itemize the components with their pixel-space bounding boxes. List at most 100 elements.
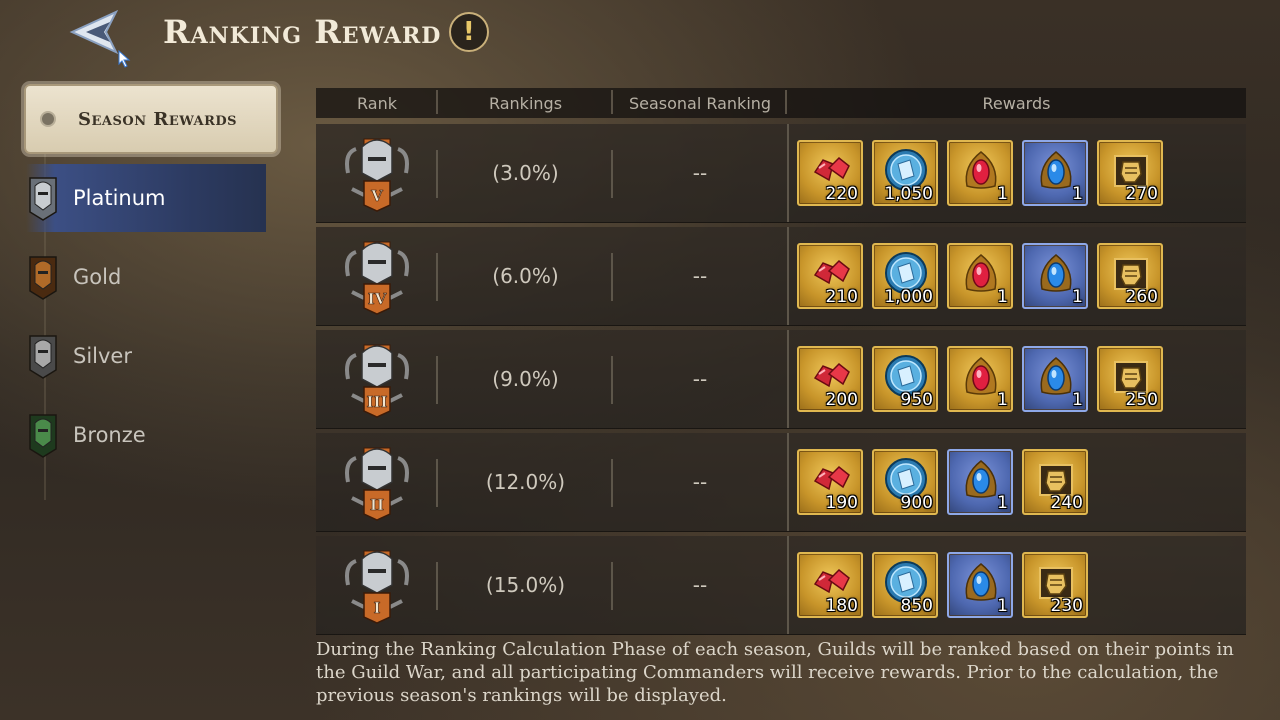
table-row: I (15.0%) -- 180 850 1 230: [316, 536, 1246, 635]
reward-quantity: 850: [900, 596, 933, 616]
reward-item[interactable]: 1: [1022, 243, 1088, 309]
reward-quantity: 950: [900, 390, 933, 410]
tier-platinum[interactable]: Platinum: [26, 164, 266, 232]
table-header: Rank Rankings Seasonal Ranking Rewards: [316, 88, 1246, 118]
reward-item[interactable]: 200: [797, 346, 863, 412]
reward-item[interactable]: 270: [1097, 140, 1163, 206]
table-row: III (9.0%) -- 200 950 1 1 250: [316, 330, 1246, 429]
rankings-cell: (9.0%): [438, 330, 613, 428]
rewards-cell: 210 1,000 1 1 260: [787, 227, 1246, 325]
tier-label: Gold: [73, 265, 122, 289]
reward-quantity: 1: [997, 390, 1008, 410]
platinum-tier-icon: [29, 177, 57, 221]
season-rewards-label: Season Rewards: [78, 108, 238, 130]
seasonal-ranking-cell: --: [613, 227, 787, 325]
rank-cell: I: [316, 536, 438, 634]
reward-quantity: 230: [1050, 596, 1083, 616]
rewards-cell: 200 950 1 1 250: [787, 330, 1246, 428]
rank-cell: III: [316, 330, 438, 428]
reward-item[interactable]: 240: [1022, 449, 1088, 515]
reward-quantity: 1: [1072, 184, 1083, 204]
reward-quantity: 900: [900, 493, 933, 513]
reward-quantity: 1: [997, 596, 1008, 616]
rankings-cell: (3.0%): [438, 124, 613, 222]
header-rank: Rank: [316, 89, 438, 114]
tier-bronze[interactable]: Bronze: [26, 401, 266, 469]
rank-emblem-icon: V: [345, 138, 409, 212]
bronze-tier-icon: [29, 414, 57, 458]
table-row: IV (6.0%) -- 210 1,000 1 1 260: [316, 227, 1246, 326]
rank-cell: II: [316, 433, 438, 531]
reward-quantity: 210: [825, 287, 858, 307]
reward-item[interactable]: 1: [1022, 140, 1088, 206]
reward-quantity: 1,050: [884, 184, 933, 204]
rankings-percent: (12.0%): [485, 470, 566, 494]
reward-item[interactable]: 230: [1022, 552, 1088, 618]
reward-quantity: 190: [825, 493, 858, 513]
reward-item[interactable]: 1,000: [872, 243, 938, 309]
reward-item[interactable]: 250: [1097, 346, 1163, 412]
rewards-cell: 180 850 1 230: [787, 536, 1246, 634]
rankings-cell: (15.0%): [438, 536, 613, 634]
reward-quantity: 250: [1125, 390, 1158, 410]
mouse-cursor-icon: [118, 50, 131, 68]
rank-emblem-icon: I: [345, 550, 409, 624]
header-rankings: Rankings: [438, 89, 613, 114]
rewards-table: Rank Rankings Seasonal Ranking Rewards V…: [316, 88, 1246, 635]
rankings-percent: (15.0%): [485, 573, 566, 597]
description-text: During the Ranking Calculation Phase of …: [316, 639, 1234, 706]
rewards-cell: 220 1,050 1 1 270: [787, 124, 1246, 222]
rank-numeral: V: [370, 187, 383, 205]
info-button[interactable]: !: [449, 12, 490, 52]
reward-item[interactable]: 1: [947, 140, 1013, 206]
page-title: Ranking Reward: [163, 13, 442, 51]
reward-quantity: 260: [1125, 287, 1158, 307]
seasonal-ranking-value: --: [692, 264, 708, 288]
reward-item[interactable]: 1,050: [872, 140, 938, 206]
reward-item[interactable]: 220: [797, 140, 863, 206]
seasonal-ranking-value: --: [692, 161, 708, 185]
reward-item[interactable]: 1: [947, 449, 1013, 515]
info-icon: !: [462, 17, 476, 47]
reward-quantity: 1: [997, 493, 1008, 513]
reward-item[interactable]: 900: [872, 449, 938, 515]
reward-quantity: 1: [997, 287, 1008, 307]
reward-item[interactable]: 210: [797, 243, 863, 309]
rankings-percent: (6.0%): [492, 264, 559, 288]
reward-quantity: 1,000: [884, 287, 933, 307]
seasonal-ranking-cell: --: [613, 536, 787, 634]
silver-tier-icon: [29, 335, 57, 379]
tier-silver[interactable]: Silver: [26, 322, 266, 390]
reward-item[interactable]: 850: [872, 552, 938, 618]
tier-gold[interactable]: Gold: [26, 243, 266, 311]
rank-numeral: II: [370, 496, 384, 514]
tier-label: Bronze: [73, 423, 146, 447]
seasonal-ranking-value: --: [692, 573, 708, 597]
reward-item[interactable]: 1: [947, 346, 1013, 412]
radio-dot-icon: [40, 111, 56, 127]
reward-quantity: 1: [1072, 287, 1083, 307]
reward-item[interactable]: 1: [947, 243, 1013, 309]
table-row: V (3.0%) -- 220 1,050 1 1 270: [316, 124, 1246, 223]
reward-item[interactable]: 950: [872, 346, 938, 412]
reward-item[interactable]: 190: [797, 449, 863, 515]
reward-item[interactable]: 260: [1097, 243, 1163, 309]
reward-quantity: 1: [1072, 390, 1083, 410]
rank-emblem-icon: IV: [345, 241, 409, 315]
reward-item[interactable]: 1: [1022, 346, 1088, 412]
rankings-cell: (6.0%): [438, 227, 613, 325]
reward-quantity: 240: [1050, 493, 1083, 513]
reward-quantity: 1: [997, 184, 1008, 204]
reward-item[interactable]: 1: [947, 552, 1013, 618]
seasonal-ranking-value: --: [692, 470, 708, 494]
table-row: II (12.0%) -- 190 900 1 240: [316, 433, 1246, 532]
rank-emblem-icon: II: [345, 447, 409, 521]
gold-tier-icon: [29, 256, 57, 300]
rank-emblem-icon: III: [345, 344, 409, 418]
rank-cell: IV: [316, 227, 438, 325]
page-title-row: Ranking Reward !: [163, 12, 490, 52]
reward-item[interactable]: 180: [797, 552, 863, 618]
rankings-percent: (9.0%): [492, 367, 559, 391]
season-rewards-tab[interactable]: Season Rewards: [24, 84, 278, 154]
rewards-cell: 190 900 1 240: [787, 433, 1246, 531]
